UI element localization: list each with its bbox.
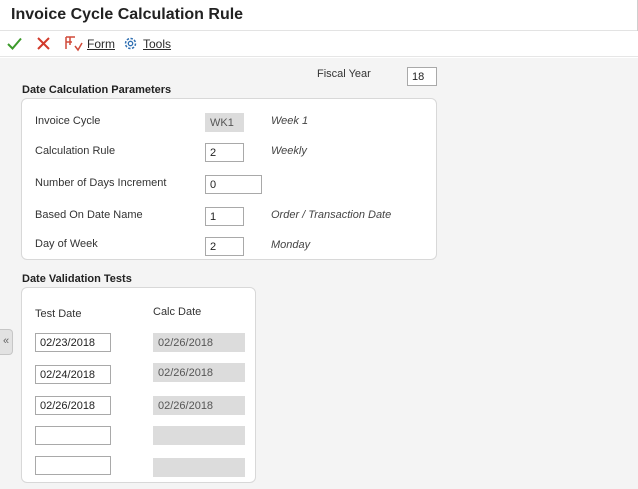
tools-menu-button[interactable]: Tools [143, 37, 171, 51]
fiscal-year-label: Fiscal Year [317, 68, 371, 80]
gear-icon[interactable] [122, 35, 139, 55]
checkmark-icon[interactable] [6, 35, 23, 55]
day-of-week-field[interactable] [205, 237, 244, 256]
tools-label: Tools [143, 37, 172, 51]
date-validation-title: Date Validation Tests [22, 273, 132, 285]
invoice-cycle-label: Invoice Cycle [35, 115, 101, 127]
date-calculation-title: Date Calculation Parameters [22, 84, 172, 96]
date-calculation-panel: Invoice Cycle Week 1 Calculation Rule We… [21, 98, 437, 260]
invoice-cycle-description: Week 1 [271, 115, 309, 127]
calc-date-field [153, 396, 245, 415]
test-date-field[interactable] [35, 426, 111, 445]
days-increment-label: Number of Days Increment [35, 177, 167, 189]
based-on-date-description: Order / Transaction Date [271, 209, 392, 221]
days-increment-field[interactable] [205, 175, 262, 194]
form-icon[interactable] [64, 35, 84, 55]
calc-date-field [153, 333, 245, 352]
form-menu-button[interactable]: Form [87, 37, 115, 51]
title-bar: Invoice Cycle Calculation Rule [0, 0, 638, 31]
calc-date-field [153, 363, 245, 382]
invoice-cycle-field [205, 113, 244, 132]
close-icon[interactable] [35, 35, 52, 55]
date-validation-panel: Test Date Calc Date [21, 287, 256, 483]
test-date-field[interactable] [35, 333, 111, 352]
collapse-glyph: « [2, 335, 10, 347]
calculation-rule-label: Calculation Rule [35, 145, 116, 157]
page-title: Invoice Cycle Calculation Rule [11, 6, 244, 23]
calculation-rule-field[interactable] [205, 143, 244, 162]
toolbar: Form Tools [0, 31, 638, 57]
form-content: Fiscal Year Date Calculation Parameters … [0, 58, 638, 489]
based-on-date-label: Based On Date Name [35, 209, 143, 221]
calc-date-header: Calc Date [153, 306, 202, 318]
test-date-field[interactable] [35, 396, 111, 415]
based-on-date-field[interactable] [205, 207, 244, 226]
form-label: Form [87, 37, 115, 51]
day-of-week-label: Day of Week [35, 238, 98, 250]
calc-date-field [153, 458, 245, 477]
calculation-rule-description: Weekly [271, 145, 307, 157]
fiscal-year-field[interactable] [407, 67, 437, 86]
test-date-field[interactable] [35, 456, 111, 475]
test-date-header: Test Date [35, 308, 82, 320]
day-of-week-description: Monday [271, 239, 311, 251]
test-date-field[interactable] [35, 365, 111, 384]
calc-date-field [153, 426, 245, 445]
double-chevron-left-icon[interactable]: « [0, 329, 13, 355]
